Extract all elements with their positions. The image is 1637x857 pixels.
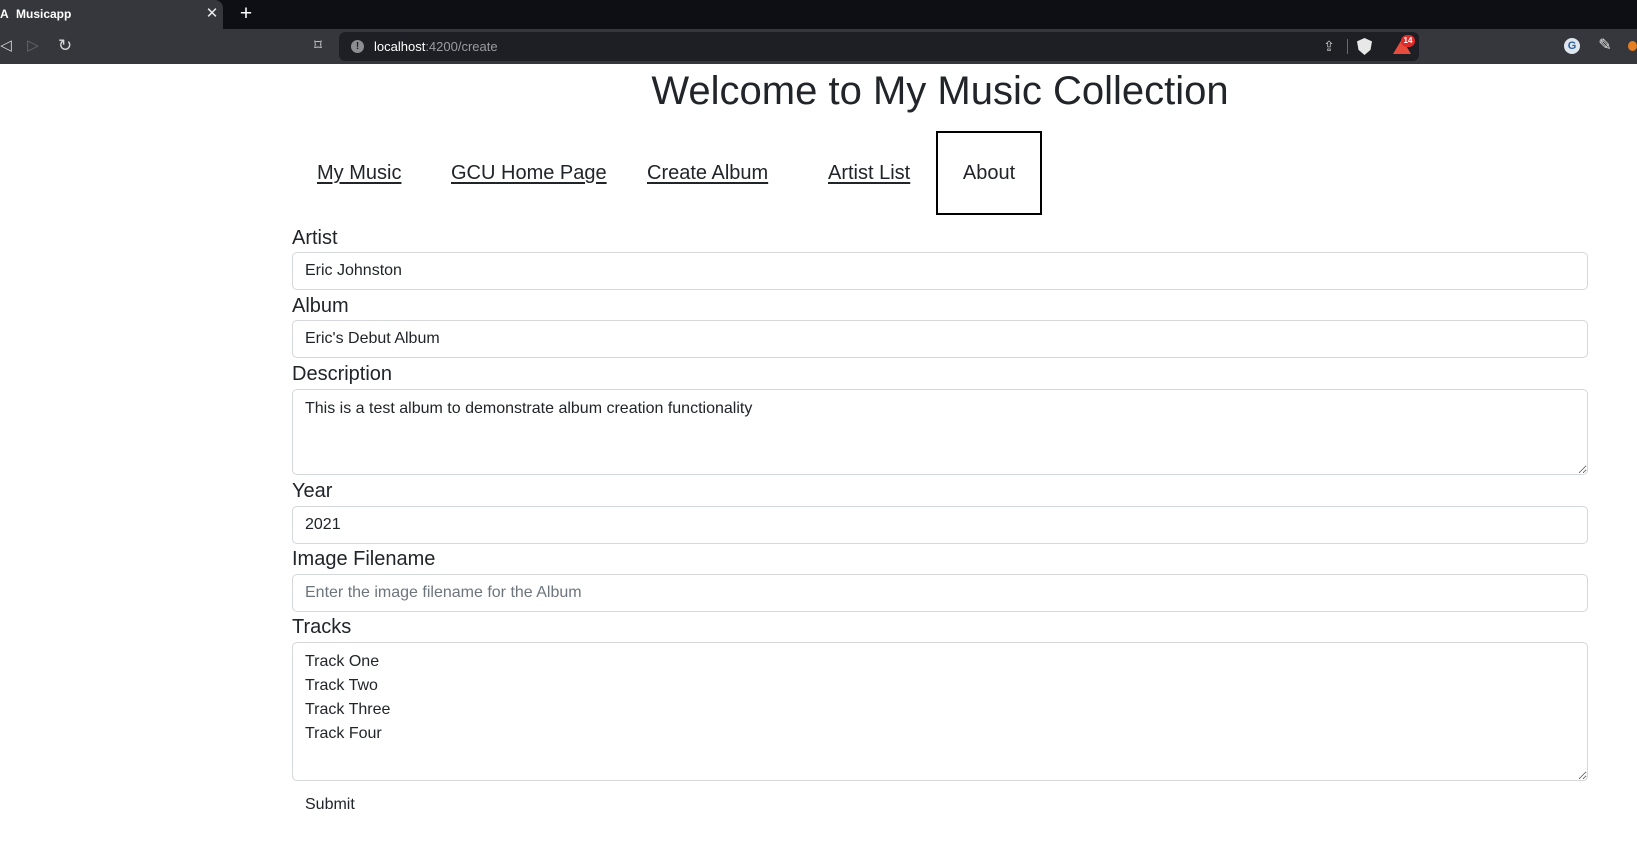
address-bar[interactable]: ! localhost:4200/create ⇪ 14 <box>339 32 1419 61</box>
submit-button[interactable]: Submit <box>292 789 368 821</box>
extension-icon[interactable] <box>1628 41 1637 51</box>
share-icon[interactable]: ⇪ <box>1321 37 1337 55</box>
brave-shields-icon[interactable] <box>1357 38 1372 55</box>
nav-artist-list[interactable]: Artist List <box>803 131 935 215</box>
album-label: Album <box>292 295 349 317</box>
address-divider <box>1347 39 1348 54</box>
nav-gcu-home-page[interactable]: GCU Home Page <box>426 131 632 215</box>
bookmark-icon[interactable]: ⌑ <box>310 36 326 56</box>
tracks-textarea[interactable]: Track One Track Two Track Three Track Fo… <box>292 642 1588 781</box>
url-path: :4200/create <box>425 39 498 54</box>
site-info-icon[interactable]: ! <box>351 40 364 53</box>
address-url[interactable]: localhost:4200/create <box>374 39 498 54</box>
artist-input[interactable] <box>292 252 1588 290</box>
nav-create-album[interactable]: Create Album <box>622 131 793 215</box>
new-tab-button[interactable]: + <box>237 3 255 25</box>
angular-icon: A <box>0 7 9 21</box>
image-filename-input[interactable] <box>292 574 1588 612</box>
nav-my-music[interactable]: My Music <box>292 131 426 215</box>
close-tab-icon[interactable]: ✕ <box>205 5 219 23</box>
browser-tab[interactable]: A Musicapp ✕ <box>0 0 223 29</box>
tab-title: Musicapp <box>16 7 72 21</box>
description-label: Description <box>292 363 393 385</box>
browser-tab-strip: A Musicapp ✕ + <box>0 0 1637 29</box>
eyedropper-icon[interactable]: ✎ <box>1596 35 1614 57</box>
album-input[interactable] <box>292 320 1588 358</box>
description-textarea[interactable]: This is a test album to demonstrate albu… <box>292 389 1588 475</box>
tracks-label: Tracks <box>292 616 352 638</box>
page-title: Welcome to My Music Collection <box>651 69 1229 113</box>
forward-icon[interactable]: ▷ <box>26 36 40 56</box>
image-filename-label: Image Filename <box>292 548 436 570</box>
year-label: Year <box>292 480 333 502</box>
year-input[interactable] <box>292 506 1588 544</box>
nav-about[interactable]: About <box>936 131 1042 215</box>
extension-icon[interactable]: G <box>1564 38 1580 54</box>
artist-label: Artist <box>292 227 338 249</box>
back-icon[interactable]: ◁ <box>0 36 12 56</box>
notification-badge: 14 <box>1401 35 1415 47</box>
url-host: localhost <box>374 39 426 54</box>
browser-toolbar: ◁ ▷ ↻ ⌑ ! localhost:4200/create ⇪ 14 G ✎ <box>0 29 1637 64</box>
reload-icon[interactable]: ↻ <box>56 36 74 56</box>
